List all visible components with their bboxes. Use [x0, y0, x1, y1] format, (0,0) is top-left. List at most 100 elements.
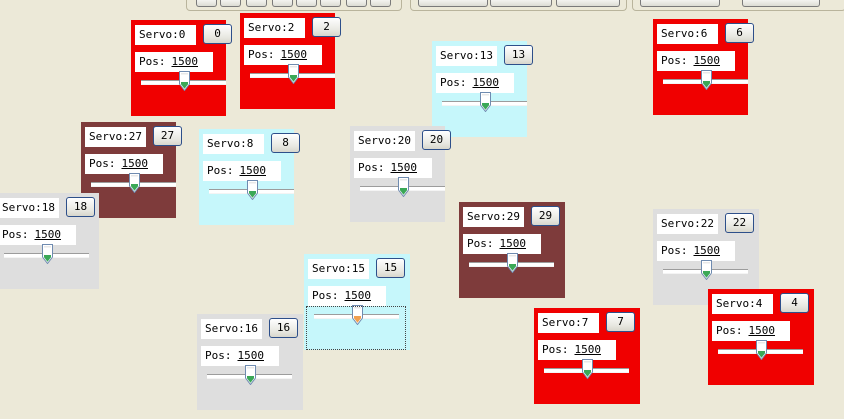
position-readout: Pos: 1500	[712, 321, 790, 341]
servo-panel-4[interactable]: Servo:4 4 Pos: 1500	[708, 289, 814, 385]
servo-id-button[interactable]: 8	[271, 133, 300, 153]
position-slider[interactable]	[718, 340, 803, 361]
pos-value: 1500	[239, 164, 267, 177]
position-slider[interactable]	[209, 180, 294, 201]
position-slider[interactable]	[250, 64, 335, 85]
pos-value: 1500	[472, 76, 500, 89]
pos-label: Pos:	[139, 55, 166, 68]
servo-id-button[interactable]: 16	[269, 318, 298, 338]
position-slider[interactable]	[360, 177, 445, 198]
servo-name-label: Servo:8	[203, 134, 264, 154]
toolbar-strip	[0, 0, 844, 12]
pos-label: Pos:	[207, 164, 234, 177]
slider-thumb[interactable]	[178, 71, 190, 92]
pos-label: Pos:	[312, 289, 339, 302]
toolbar-button[interactable]	[220, 0, 241, 7]
servo-panel-20[interactable]: Servo:20 20 Pos: 1500	[350, 126, 451, 222]
servo-name-label: Servo:7	[538, 313, 599, 333]
servo-panel-18[interactable]: Servo:18 18 Pos: 1500	[0, 193, 99, 289]
position-readout: Pos: 1500	[463, 234, 541, 254]
toolbar-button[interactable]	[296, 0, 317, 7]
toolbar-button[interactable]	[370, 0, 391, 7]
pos-label: Pos:	[205, 349, 232, 362]
pos-value: 1500	[344, 289, 372, 302]
position-slider[interactable]	[544, 359, 629, 380]
servo-panel-15[interactable]: Servo:15 15 Pos: 1500	[304, 254, 410, 350]
toolbar-button[interactable]	[346, 0, 367, 7]
pos-value: 1500	[171, 55, 199, 68]
toolbar-button[interactable]	[272, 0, 293, 7]
servo-panel-16[interactable]: Servo:16 16 Pos: 1500	[197, 314, 303, 410]
servo-id-button[interactable]: 6	[725, 23, 754, 43]
servo-id-button[interactable]: 20	[422, 130, 451, 150]
servo-id-button[interactable]: 2	[312, 17, 341, 37]
toolbar-button[interactable]	[418, 0, 488, 7]
slider-thumb[interactable]	[700, 260, 712, 281]
slider-thumb[interactable]	[246, 180, 258, 201]
servo-name-label: Servo:16	[201, 319, 262, 339]
toolbar-button[interactable]	[742, 0, 820, 7]
servo-panel-6[interactable]: Servo:6 6 Pos: 1500	[653, 19, 754, 115]
servo-panel-7[interactable]: Servo:7 7 Pos: 1500	[534, 308, 640, 404]
servo-id-button[interactable]: 4	[780, 293, 809, 313]
servo-id-button[interactable]: 29	[531, 206, 560, 226]
servo-name-label: Servo:0	[135, 25, 196, 45]
position-readout: Pos: 1500	[354, 158, 432, 178]
position-readout: Pos: 1500	[85, 154, 163, 174]
pos-label: Pos:	[661, 54, 688, 67]
position-slider[interactable]	[141, 71, 226, 92]
position-readout: Pos: 1500	[0, 225, 76, 245]
servo-name-label: Servo:20	[354, 131, 415, 151]
servo-panel-29[interactable]: Servo:29 29 Pos: 1500	[459, 202, 565, 298]
pos-label: Pos:	[716, 324, 743, 337]
servo-id-button[interactable]: 0	[203, 24, 232, 44]
slider-thumb[interactable]	[351, 305, 363, 326]
pos-value: 1500	[748, 324, 776, 337]
servo-name-label: Servo:2	[244, 18, 305, 38]
toolbar-button[interactable]	[640, 0, 720, 7]
slider-thumb[interactable]	[128, 173, 140, 194]
pos-value: 1500	[34, 228, 62, 241]
slider-thumb[interactable]	[506, 253, 518, 274]
toolbar-button[interactable]	[246, 0, 267, 7]
servo-id-button[interactable]: 7	[606, 312, 635, 332]
pos-value: 1500	[574, 343, 602, 356]
position-slider[interactable]	[469, 253, 554, 274]
servo-panel-2[interactable]: Servo:2 2 Pos: 1500	[240, 13, 341, 109]
pos-label: Pos:	[542, 343, 569, 356]
servo-panel-8[interactable]: Servo:8 8 Pos: 1500	[199, 129, 300, 225]
toolbar-button[interactable]	[320, 0, 341, 7]
servo-panel-0[interactable]: Servo:0 0 Pos: 1500	[131, 20, 232, 116]
servo-id-button[interactable]: 27	[153, 126, 182, 146]
toolbar-button[interactable]	[556, 0, 620, 7]
pos-label: Pos:	[248, 48, 275, 61]
position-readout: Pos: 1500	[201, 346, 279, 366]
slider-thumb[interactable]	[755, 340, 767, 361]
pos-value: 1500	[499, 237, 527, 250]
slider-thumb[interactable]	[479, 92, 491, 113]
pos-label: Pos:	[358, 161, 385, 174]
slider-thumb[interactable]	[41, 244, 53, 265]
servo-id-button[interactable]: 18	[66, 197, 95, 217]
slider-thumb[interactable]	[700, 70, 712, 91]
servo-id-button[interactable]: 22	[725, 213, 754, 233]
position-slider[interactable]	[663, 70, 748, 91]
position-slider[interactable]	[314, 305, 399, 326]
servo-panel-13[interactable]: Servo:13 13 Pos: 1500	[432, 41, 533, 137]
slider-thumb[interactable]	[244, 365, 256, 386]
position-readout: Pos: 1500	[657, 51, 735, 71]
position-readout: Pos: 1500	[244, 45, 322, 65]
slider-thumb[interactable]	[581, 359, 593, 380]
toolbar-button[interactable]	[490, 0, 552, 7]
position-slider[interactable]	[207, 365, 292, 386]
pos-value: 1500	[237, 349, 265, 362]
position-slider[interactable]	[4, 244, 89, 265]
servo-id-button[interactable]: 13	[504, 45, 533, 65]
slider-thumb[interactable]	[287, 64, 299, 85]
toolbar-button[interactable]	[196, 0, 217, 7]
position-slider[interactable]	[442, 92, 527, 113]
slider-thumb[interactable]	[397, 177, 409, 198]
servo-id-button[interactable]: 15	[376, 258, 405, 278]
position-slider[interactable]	[663, 260, 748, 281]
position-slider[interactable]	[91, 173, 176, 194]
